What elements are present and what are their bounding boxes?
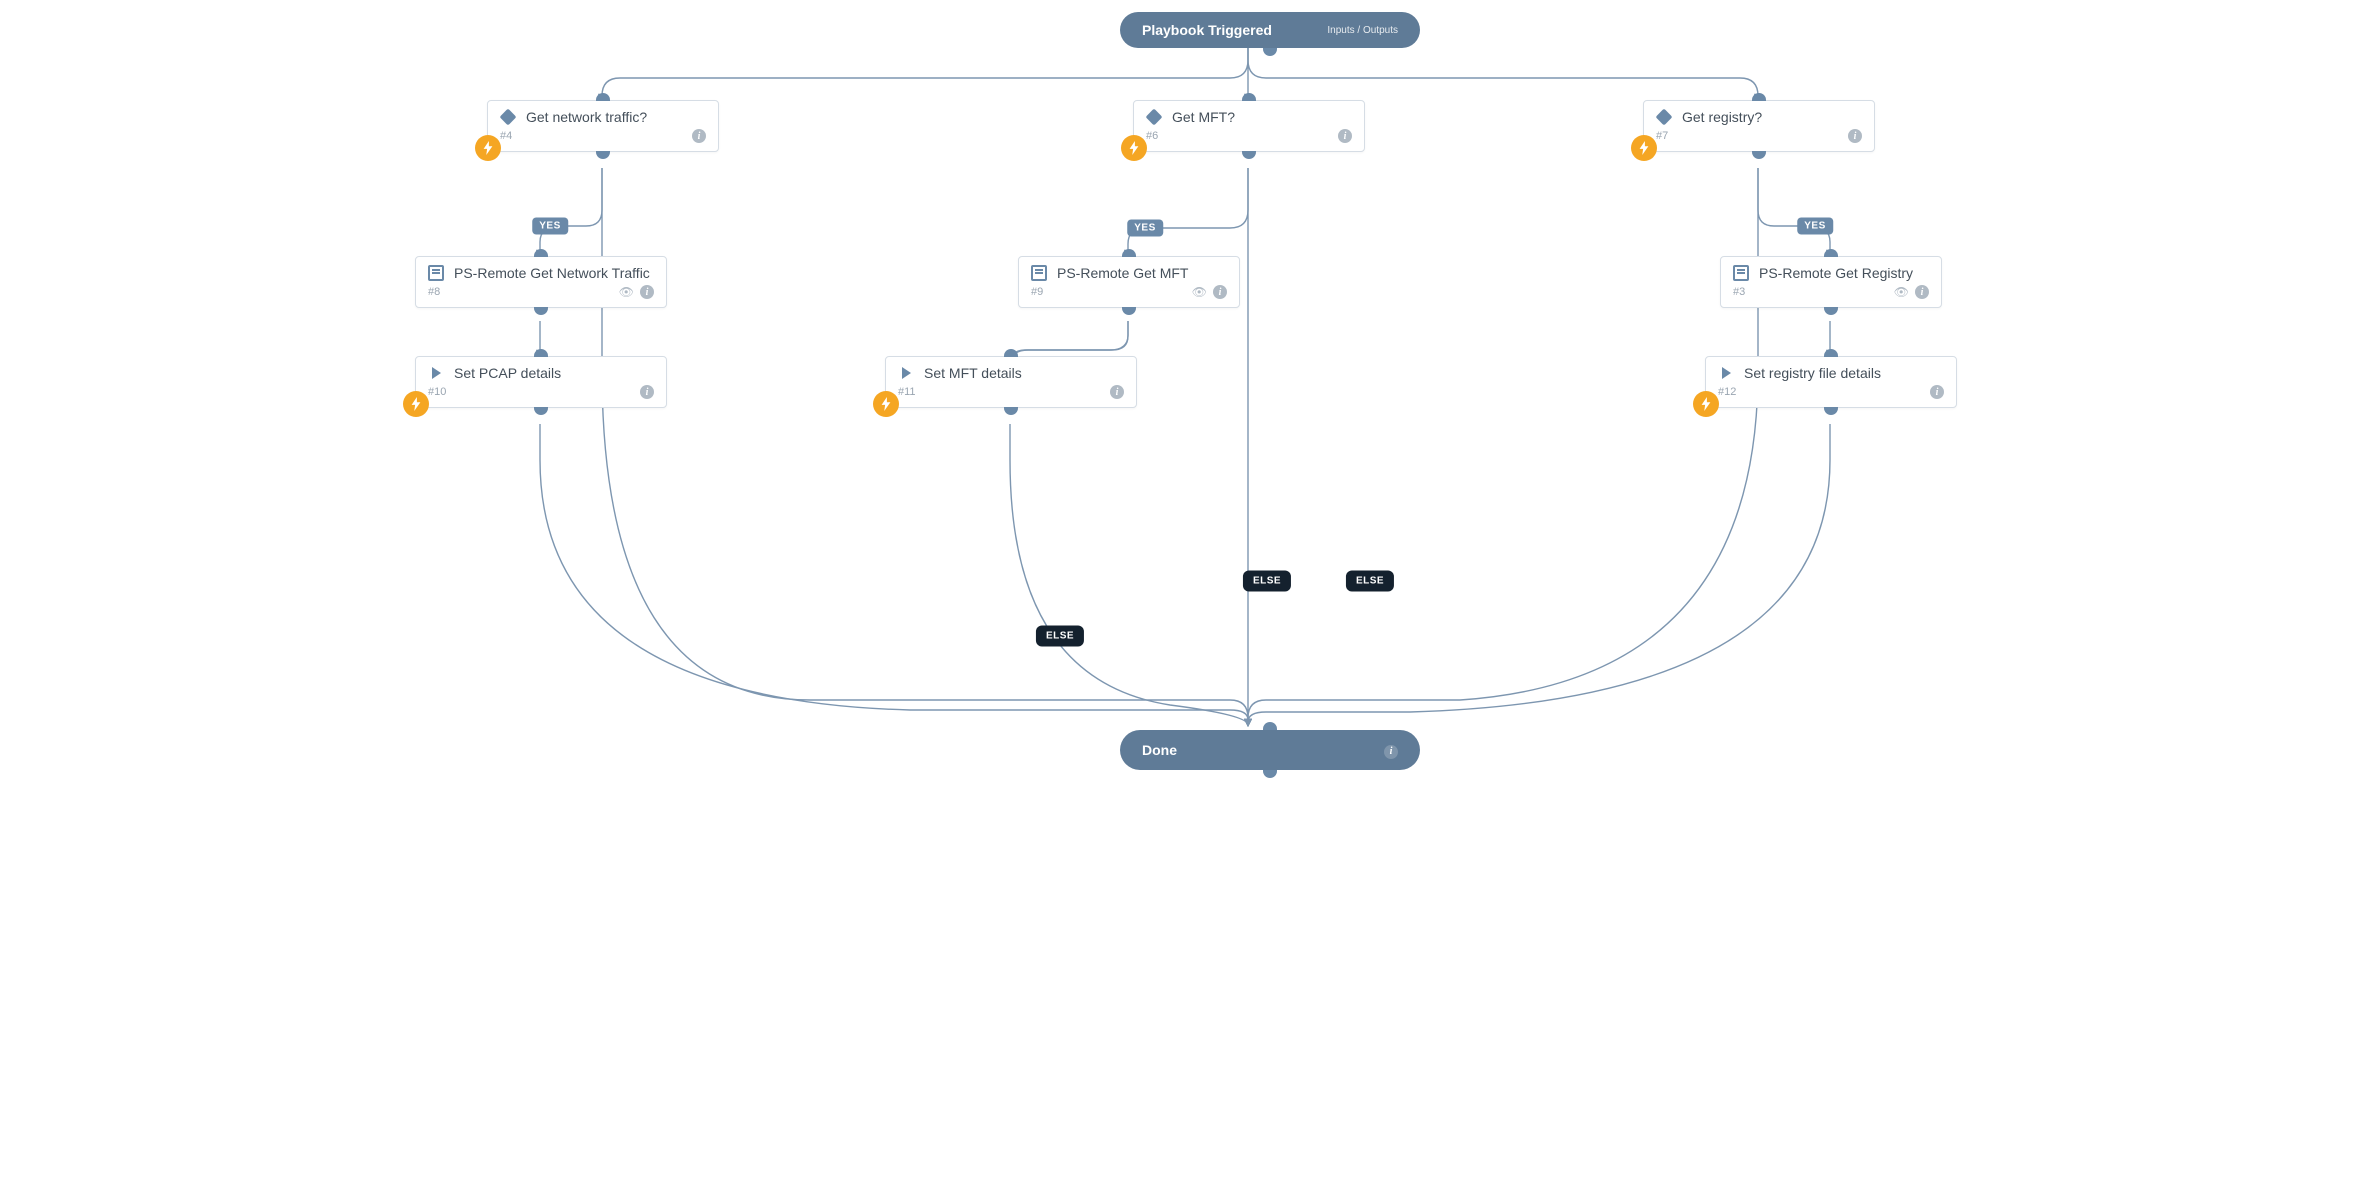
- node-id: #6: [1146, 130, 1158, 142]
- book-icon: [1031, 265, 1047, 281]
- branch-label-else: ELSE: [1243, 571, 1291, 592]
- node-title: PS-Remote Get Network Traffic: [454, 265, 650, 281]
- bolt-icon: [873, 391, 899, 417]
- condition-get-network-traffic[interactable]: Get network traffic? #4 i: [487, 100, 719, 152]
- playbook-ps-remote-mft[interactable]: PS-Remote Get MFT #9 i: [1018, 256, 1240, 308]
- task-set-mft-details[interactable]: Set MFT details #11 i: [885, 356, 1137, 408]
- node-title: Get registry?: [1682, 109, 1762, 125]
- chevron-icon: [428, 365, 444, 381]
- trigger-label: Playbook Triggered: [1142, 22, 1272, 38]
- bolt-icon: [475, 135, 501, 161]
- inputs-outputs-link[interactable]: Inputs / Outputs: [1327, 25, 1398, 36]
- node-title: Set PCAP details: [454, 365, 561, 381]
- node-title: PS-Remote Get Registry: [1759, 265, 1913, 281]
- bolt-icon: [1631, 135, 1657, 161]
- port-out: [534, 307, 548, 315]
- port-out: [1242, 151, 1256, 159]
- eye-icon[interactable]: [1894, 285, 1909, 299]
- bolt-icon: [403, 391, 429, 417]
- port-out: [1263, 770, 1277, 778]
- condition-get-registry[interactable]: Get registry? #7 i: [1643, 100, 1875, 152]
- node-id: #8: [428, 286, 440, 298]
- node-id: #9: [1031, 286, 1043, 298]
- branch-label-yes: YES: [1127, 220, 1163, 237]
- diamond-icon: [1146, 109, 1162, 125]
- node-id: #4: [500, 130, 512, 142]
- port-in: [1824, 349, 1838, 357]
- port-in: [534, 349, 548, 357]
- eye-icon[interactable]: [619, 285, 634, 299]
- node-id: #12: [1718, 386, 1736, 398]
- diamond-icon: [1656, 109, 1672, 125]
- task-set-pcap-details[interactable]: Set PCAP details #10 i: [415, 356, 667, 408]
- port-out: [596, 151, 610, 159]
- node-title: Get network traffic?: [526, 109, 647, 125]
- chevron-icon: [898, 365, 914, 381]
- port-out: [1004, 407, 1018, 415]
- info-icon[interactable]: i: [1110, 385, 1124, 399]
- bolt-icon: [1121, 135, 1147, 161]
- node-id: #3: [1733, 286, 1745, 298]
- node-title: Set registry file details: [1744, 365, 1881, 381]
- info-icon[interactable]: i: [1930, 385, 1944, 399]
- info-icon[interactable]: i: [1338, 129, 1352, 143]
- info-icon[interactable]: i: [1848, 129, 1862, 143]
- port-in: [534, 249, 548, 257]
- node-title: Get MFT?: [1172, 109, 1235, 125]
- eye-icon[interactable]: [1192, 285, 1207, 299]
- node-id: #10: [428, 386, 446, 398]
- info-icon[interactable]: i: [1915, 285, 1929, 299]
- chevron-icon: [1718, 365, 1734, 381]
- port-out: [1122, 307, 1136, 315]
- port-out: [1824, 307, 1838, 315]
- condition-get-mft[interactable]: Get MFT? #6 i: [1133, 100, 1365, 152]
- trigger-node[interactable]: Playbook Triggered Inputs / Outputs: [1120, 12, 1420, 48]
- book-icon: [428, 265, 444, 281]
- port-in: [1263, 722, 1277, 730]
- diamond-icon: [500, 109, 516, 125]
- node-title: Set MFT details: [924, 365, 1022, 381]
- branch-label-else: ELSE: [1036, 626, 1084, 647]
- port-out: [1263, 48, 1277, 56]
- port-out: [534, 407, 548, 415]
- node-id: #11: [898, 386, 916, 398]
- branch-label-yes: YES: [532, 218, 568, 235]
- port-out: [1824, 407, 1838, 415]
- playbook-ps-remote-network-traffic[interactable]: PS-Remote Get Network Traffic #8 i: [415, 256, 667, 308]
- task-set-registry-details[interactable]: Set registry file details #12 i: [1705, 356, 1957, 408]
- info-icon[interactable]: i: [692, 129, 706, 143]
- port-in: [1752, 93, 1766, 101]
- info-icon[interactable]: i: [640, 385, 654, 399]
- done-label: Done: [1142, 742, 1177, 758]
- port-in: [1824, 249, 1838, 257]
- done-node[interactable]: Done i: [1120, 730, 1420, 770]
- info-icon[interactable]: i: [1213, 285, 1227, 299]
- book-icon: [1733, 265, 1749, 281]
- info-icon[interactable]: i: [640, 285, 654, 299]
- playbook-ps-remote-registry[interactable]: PS-Remote Get Registry #3 i: [1720, 256, 1942, 308]
- branch-label-yes: YES: [1797, 218, 1833, 235]
- port-out: [1752, 151, 1766, 159]
- port-in: [1242, 93, 1256, 101]
- port-in: [1004, 349, 1018, 357]
- node-title: PS-Remote Get MFT: [1057, 265, 1188, 281]
- port-in: [1122, 249, 1136, 257]
- info-icon[interactable]: i: [1384, 741, 1398, 759]
- node-id: #7: [1656, 130, 1668, 142]
- playbook-canvas[interactable]: Playbook Triggered Inputs / Outputs Get …: [410, 0, 1960, 800]
- port-in: [596, 93, 610, 101]
- bolt-icon: [1693, 391, 1719, 417]
- branch-label-else: ELSE: [1346, 571, 1394, 592]
